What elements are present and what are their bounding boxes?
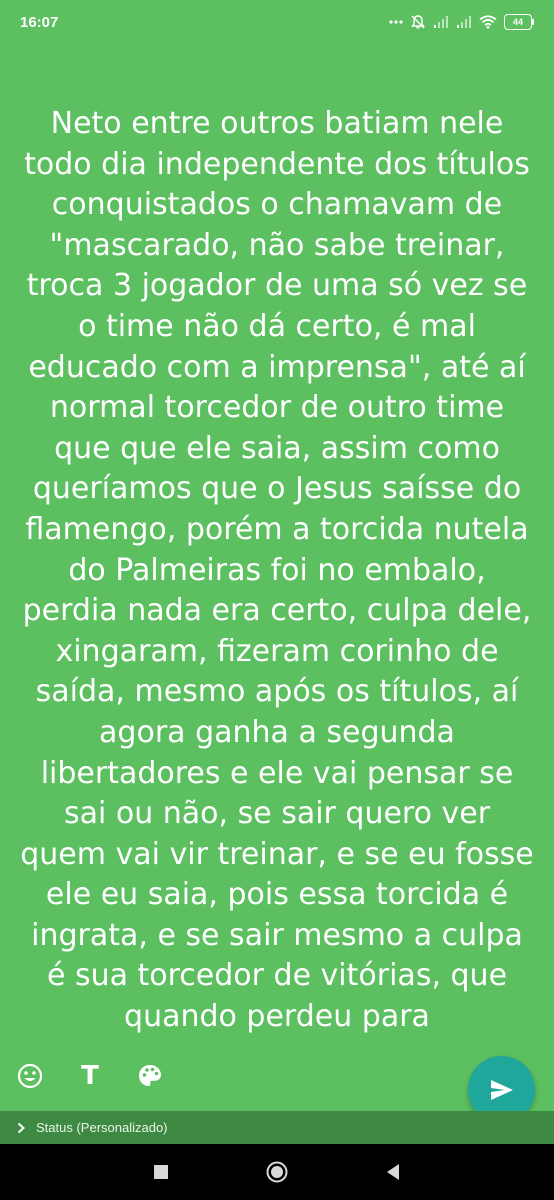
- chevron-right-icon: [17, 1122, 25, 1133]
- alarm-off-icon: [410, 14, 426, 30]
- status-privacy-label: Status (Personalizado): [36, 1120, 168, 1135]
- palette-icon: [139, 1065, 161, 1086]
- text-style-icon: T: [81, 1061, 99, 1091]
- signal-icon: [433, 15, 449, 29]
- status-text-input[interactable]: Neto entre outros batiam nele todo dia i…: [20, 104, 534, 1038]
- clock: 16:07: [20, 13, 59, 31]
- emoji-icon: [17, 1063, 43, 1089]
- back-button[interactable]: [379, 1158, 407, 1186]
- status-privacy-bar[interactable]: Status (Personalizado): [0, 1111, 554, 1144]
- status-icons: 44: [389, 14, 534, 30]
- battery-level: 44: [504, 14, 532, 30]
- status-composer-screen: 16:07 44 Neto entre outros batiam nele t…: [0, 0, 554, 1200]
- home-button[interactable]: [263, 1158, 291, 1186]
- system-navigation-bar: [0, 1144, 554, 1200]
- composer-toolbar: T: [14, 1060, 166, 1092]
- send-icon: [490, 1079, 513, 1100]
- recents-button[interactable]: [147, 1158, 175, 1186]
- text-style-button[interactable]: T: [74, 1060, 106, 1092]
- wifi-icon: [479, 15, 497, 29]
- recents-square-icon: [154, 1165, 168, 1179]
- system-status-bar: 16:07 44: [0, 0, 554, 44]
- color-palette-button[interactable]: [134, 1060, 166, 1092]
- battery-icon: 44: [504, 14, 534, 30]
- home-circle-icon: [266, 1161, 288, 1183]
- dots-icon: [389, 19, 403, 25]
- emoji-button[interactable]: [14, 1060, 46, 1092]
- signal-icon: [456, 15, 472, 29]
- back-triangle-icon: [387, 1164, 399, 1180]
